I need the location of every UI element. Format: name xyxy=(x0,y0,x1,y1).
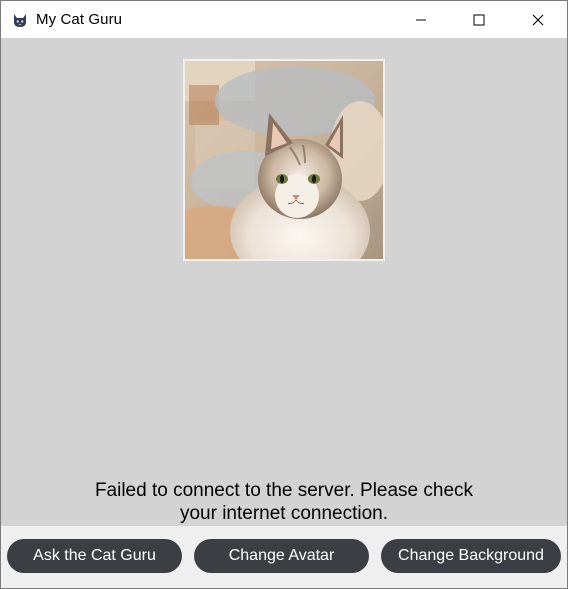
close-button[interactable] xyxy=(509,1,567,38)
cat-avatar-illustration xyxy=(185,61,383,259)
cat-icon xyxy=(14,13,26,27)
status-message: Failed to connect to the server. Please … xyxy=(1,479,567,525)
window-title: My Cat Guru xyxy=(36,11,123,28)
close-icon xyxy=(532,14,544,25)
status-line-2: your internet connection. xyxy=(179,503,389,524)
change-avatar-button[interactable]: Change Avatar xyxy=(194,539,369,573)
app-window: My Cat Guru Failed to connect to the ser… xyxy=(0,0,568,589)
maximize-icon xyxy=(473,14,485,25)
main-content: Failed to connect to the server. Please … xyxy=(1,38,567,526)
minimize-icon xyxy=(416,19,426,20)
action-bar: Ask the Cat Guru Change Avatar Change Ba… xyxy=(1,526,567,588)
cat-avatar-image xyxy=(183,59,385,261)
maximize-button[interactable] xyxy=(450,1,508,38)
title-bar[interactable]: My Cat Guru xyxy=(1,1,567,38)
status-line-1: Failed to connect to the server. Please … xyxy=(94,480,474,501)
ask-cat-guru-button[interactable]: Ask the Cat Guru xyxy=(7,539,182,573)
minimize-button[interactable] xyxy=(392,1,450,38)
change-background-button[interactable]: Change Background xyxy=(381,539,561,573)
